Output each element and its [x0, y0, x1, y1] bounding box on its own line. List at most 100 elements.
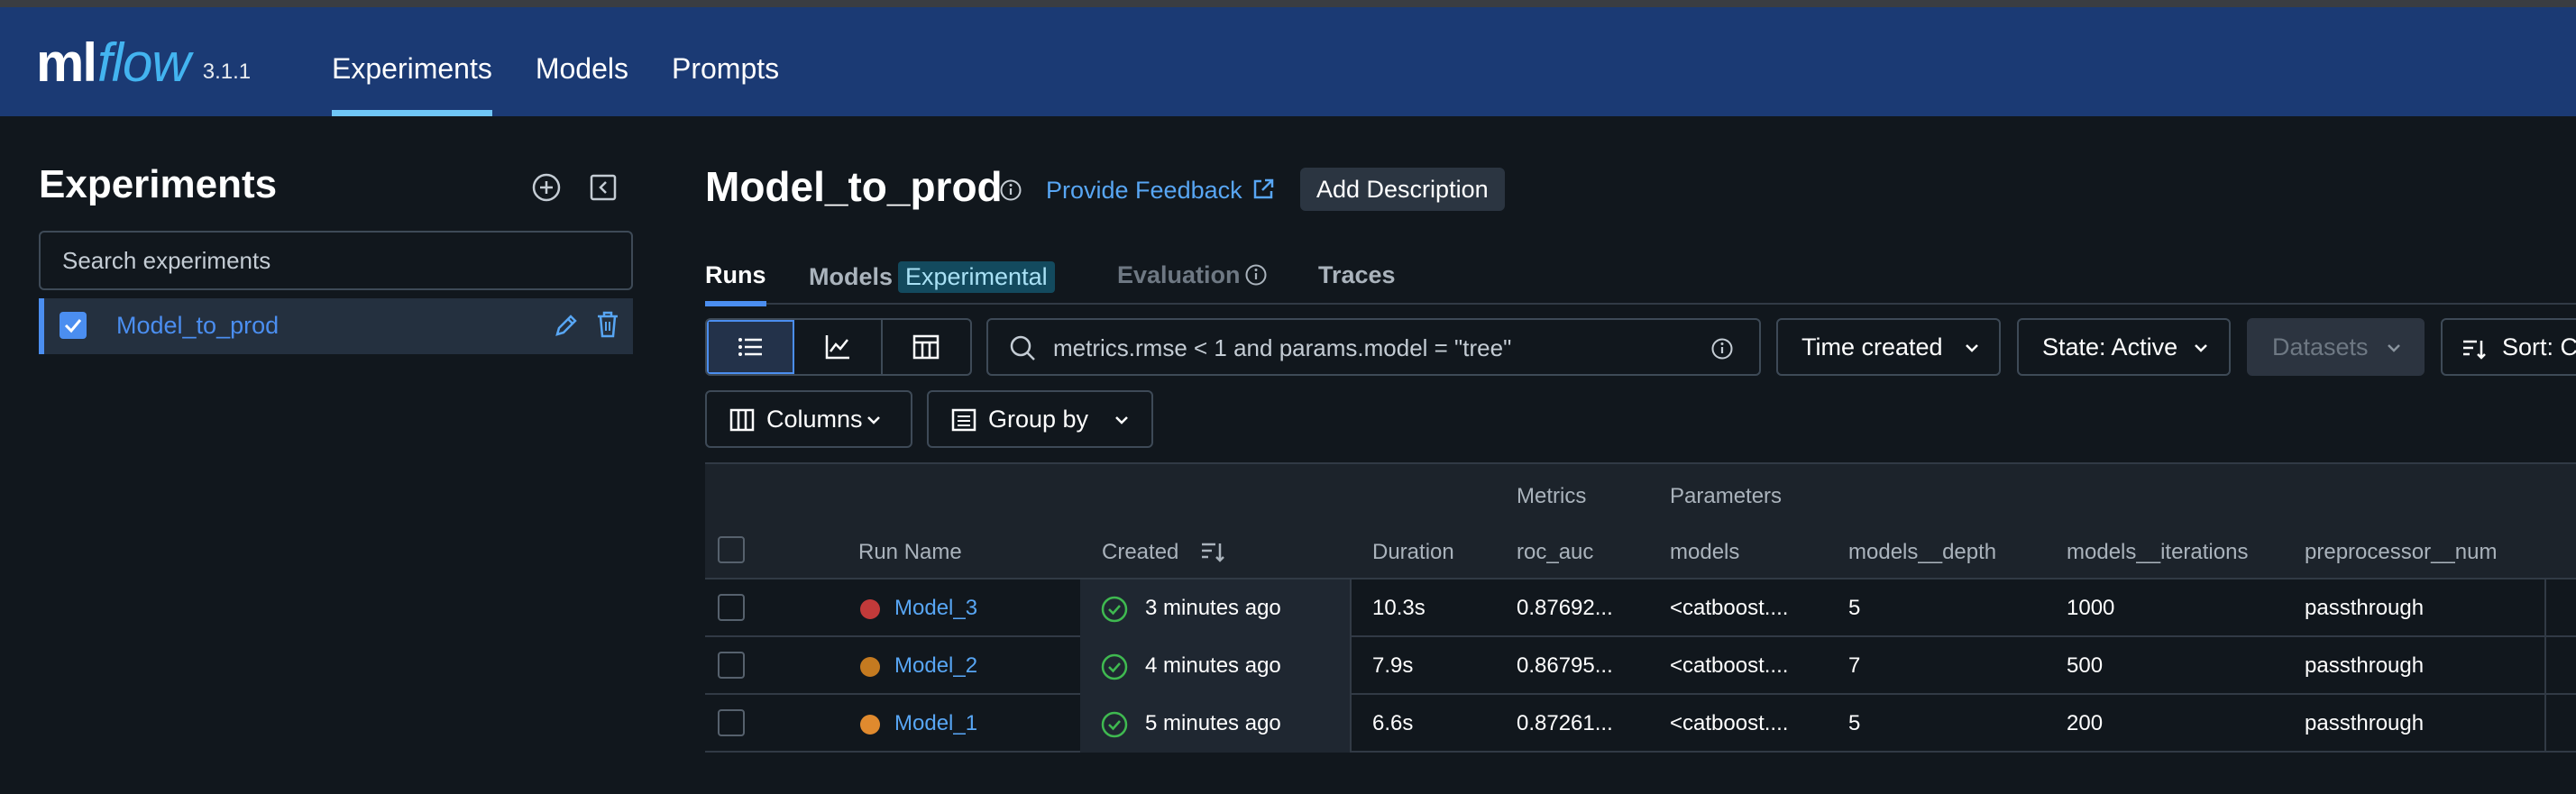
- row-checkbox[interactable]: [718, 594, 745, 621]
- chevron-down-icon: [1115, 416, 1128, 424]
- sort-icon: [2463, 340, 2486, 360]
- preprocessor-value: passthrough: [2305, 653, 2425, 678]
- row-checkbox[interactable]: [718, 709, 745, 736]
- view-mode-toggle: [705, 318, 972, 376]
- select-all-checkbox[interactable]: [718, 536, 745, 563]
- depth-value: 7: [1848, 653, 1861, 678]
- evaluation-info-icon[interactable]: [1244, 263, 1268, 287]
- time-created-label: Time created: [1801, 333, 1943, 360]
- depth-value: 5: [1848, 711, 1861, 735]
- nav-models[interactable]: Models: [536, 7, 628, 116]
- sort-dropdown[interactable]: Sort: C: [2441, 318, 2576, 376]
- models-value: <catboost....: [1670, 711, 1789, 735]
- col-created[interactable]: Created: [1102, 540, 1178, 565]
- col-models-depth[interactable]: models__depth: [1848, 540, 1996, 565]
- run-search-input[interactable]: metrics.rmse < 1 and params.model = "tre…: [986, 318, 1761, 376]
- tab-traces[interactable]: Traces: [1318, 261, 1396, 289]
- col-models-iterations[interactable]: models__iterations: [2067, 540, 2248, 565]
- experiment-checkbox[interactable]: [60, 312, 87, 339]
- search-info-icon[interactable]: [1710, 337, 1734, 360]
- nav-experiments[interactable]: Experiments: [332, 7, 492, 116]
- table-row[interactable]: Model_1 5 minutes ago 6.6s 0.87261... <catbo…: [705, 695, 2576, 753]
- sidebar-item-model-to-prod[interactable]: Model_to_prod: [39, 298, 633, 354]
- collapse-sidebar-icon[interactable]: [587, 171, 619, 204]
- experiment-title: Model_to_prod: [705, 163, 1003, 210]
- chevron-down-icon: [1966, 344, 1978, 352]
- add-description-button[interactable]: Add Description: [1300, 168, 1505, 211]
- version-label: 3.1.1: [202, 59, 252, 84]
- chevron-down-icon: [2388, 344, 2400, 352]
- datasets-dropdown[interactable]: Datasets: [2247, 318, 2425, 376]
- tab-evaluation[interactable]: Evaluation: [1117, 261, 1241, 289]
- tab-runs[interactable]: Runs: [705, 261, 766, 306]
- duration-value: 7.9s: [1372, 653, 1414, 678]
- columns-icon: [729, 408, 755, 432]
- models-value: <catboost....: [1670, 596, 1789, 620]
- columns-button[interactable]: Columns: [705, 390, 912, 448]
- main-nav: Experiments Models Prompts: [332, 7, 822, 116]
- run-color-dot: [860, 715, 880, 735]
- table-row[interactable]: Model_3 3 minutes ago 10.3s 0.87692... <catb…: [705, 580, 2576, 637]
- run-name-link[interactable]: Model_1: [894, 711, 977, 736]
- add-experiment-icon[interactable]: [530, 171, 563, 204]
- tab-models[interactable]: Models Experimental: [809, 261, 1055, 293]
- col-preprocessor-num[interactable]: preprocessor__num: [2305, 540, 2497, 565]
- sort-label: Sort: C: [2502, 333, 2576, 360]
- columns-label: Columns: [766, 406, 863, 433]
- state-dropdown[interactable]: State: Active: [2017, 318, 2231, 376]
- state-label: State: Active: [2042, 333, 2178, 360]
- window-top-strip: [0, 0, 2576, 7]
- logo-ml-text: ml: [36, 32, 97, 93]
- depth-value: 5: [1848, 596, 1861, 620]
- sort-desc-icon[interactable]: [1199, 538, 1226, 565]
- chevron-down-icon: [867, 416, 880, 424]
- created-time: 3 minutes ago: [1145, 596, 1281, 620]
- success-check-icon: [1101, 596, 1128, 623]
- chart-view-button[interactable]: [794, 320, 883, 374]
- row-checkbox[interactable]: [718, 652, 745, 679]
- group-by-button[interactable]: Group by: [927, 390, 1153, 448]
- external-link-icon[interactable]: [1250, 176, 1277, 203]
- tab-evaluation-label: Evaluation: [1117, 261, 1241, 288]
- table-view-button[interactable]: [707, 320, 795, 374]
- table-row[interactable]: Model_2 4 minutes ago 7.9s 0.86795... <catbo…: [705, 637, 2576, 695]
- experiment-tabs: Runs Models Experimental Evaluation Trace…: [705, 258, 2576, 306]
- duration-value: 10.3s: [1372, 596, 1426, 620]
- info-icon[interactable]: [999, 178, 1022, 202]
- grid-icon: [913, 334, 940, 360]
- col-run-name[interactable]: Run Name: [858, 540, 962, 565]
- table-group-header: Metrics Parameters: [705, 462, 2576, 522]
- mlflow-logo[interactable]: ml flow 3.1.1: [36, 27, 251, 99]
- preprocessor-value: passthrough: [2305, 711, 2425, 735]
- run-name-link[interactable]: Model_2: [894, 653, 977, 679]
- run-name-link[interactable]: Model_3: [894, 596, 977, 621]
- iterations-value: 1000: [2067, 596, 2115, 620]
- delete-icon[interactable]: [593, 309, 622, 340]
- col-roc-auc[interactable]: roc_auc: [1517, 540, 1593, 565]
- roc-auc-value: 0.86795...: [1517, 653, 1613, 678]
- chevron-down-icon: [2195, 344, 2207, 352]
- iterations-value: 500: [2067, 653, 2104, 678]
- artifact-view-button[interactable]: [883, 320, 970, 374]
- search-icon: [1010, 335, 1035, 360]
- col-models[interactable]: models: [1670, 540, 1739, 565]
- preprocessor-value: passthrough: [2305, 596, 2425, 620]
- success-check-icon: [1101, 711, 1128, 738]
- sidebar-item-label[interactable]: Model_to_prod: [116, 312, 279, 340]
- nav-prompts[interactable]: Prompts: [672, 7, 779, 116]
- col-duration[interactable]: Duration: [1372, 540, 1454, 565]
- provide-feedback-link[interactable]: Provide Feedback: [1046, 177, 1242, 205]
- logo-flow-text: flow: [97, 32, 191, 93]
- success-check-icon: [1101, 653, 1128, 680]
- parameters-group-header: Parameters: [1670, 484, 1783, 508]
- time-created-dropdown[interactable]: Time created: [1776, 318, 2001, 376]
- created-time: 4 minutes ago: [1145, 653, 1281, 678]
- metrics-group-header: Metrics: [1517, 484, 1587, 508]
- column-separator: [1350, 580, 1352, 753]
- search-experiments-input[interactable]: [39, 231, 633, 290]
- edit-icon[interactable]: [552, 311, 581, 340]
- run-color-dot: [860, 599, 880, 619]
- search-query-text: metrics.rmse < 1 and params.model = "tre…: [1053, 334, 1512, 361]
- table-column-header: Run Name Created Duration roc_auc models…: [705, 522, 2576, 580]
- group-by-label: Group by: [988, 406, 1089, 433]
